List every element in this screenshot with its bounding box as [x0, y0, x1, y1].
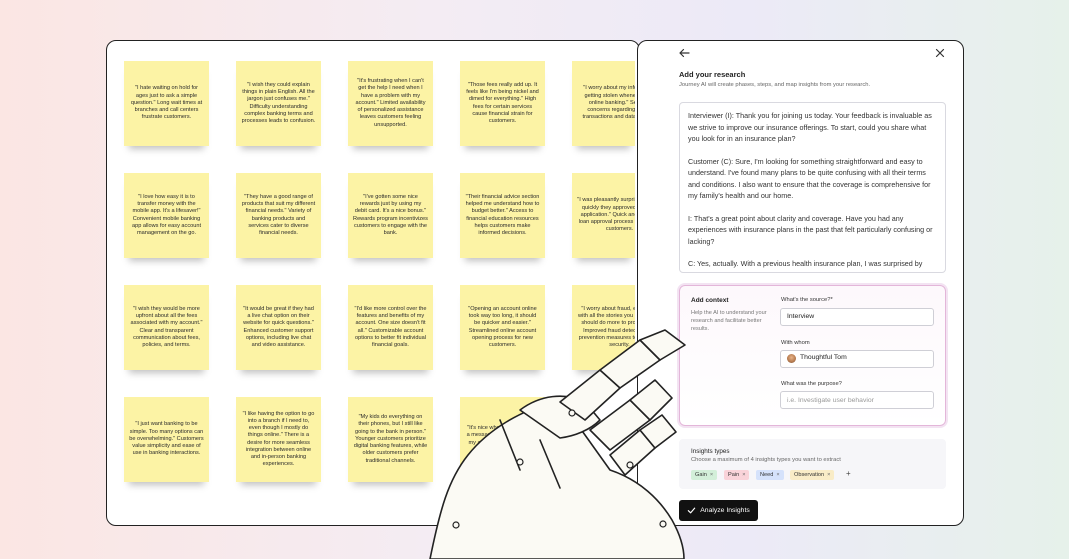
source-input[interactable]: Interview [780, 308, 934, 326]
analyze-insights-button[interactable]: Analyze Insights [679, 500, 758, 521]
sticky-note-text: "Those fees really add up. It feels like… [466, 81, 539, 124]
sticky-note[interactable]: "I was pleasantly surprised at how quick… [572, 173, 635, 258]
insights-title: Insights types [691, 448, 730, 455]
back-arrow-icon[interactable] [677, 46, 691, 60]
sticky-note[interactable]: "Their financial advice section helped m… [460, 173, 545, 258]
sticky-note-text: "I wish they would be more upfront about… [130, 305, 203, 348]
sticky-note-text: "I wish they could explain things in pla… [241, 81, 316, 124]
sticky-note-text: "I was pleasantly surprised at how quick… [577, 197, 635, 233]
source-label: What's the source?* [781, 297, 833, 303]
remove-chip-icon[interactable]: × [776, 472, 779, 478]
sticky-note-text: "It would be great if they had a live ch… [243, 305, 314, 348]
sticky-note[interactable]: "Opening an account online took way too … [460, 285, 545, 370]
with-whom-value: Thoughtful Tom [800, 354, 847, 361]
sticky-note-text: "I just want banking to be simple. Too m… [129, 421, 204, 457]
sticky-note-text: "I hate waiting on hold for ages just to… [130, 85, 203, 121]
chip-label: Observation [794, 472, 825, 478]
sticky-note-text: "I like having the option to go into a b… [242, 410, 315, 468]
sticky-note[interactable]: "I wish they could explain things in pla… [236, 61, 321, 146]
sticky-note[interactable]: "I like having the option to go into a b… [236, 397, 321, 482]
with-whom-label: With whom [781, 340, 810, 346]
sticky-note-text: "I'd like more control over the features… [354, 305, 427, 348]
transcript-paragraph: I: That's a great point about clarity an… [688, 213, 933, 246]
sticky-note-text: "It's nice when they send me a message a… [466, 425, 539, 453]
purpose-label: What was the purpose? [781, 381, 842, 387]
sticky-note-text: "Their financial advice section helped m… [465, 193, 540, 236]
sticky-note[interactable]: "I love how easy it is to transfer money… [124, 173, 209, 258]
chip-label: Need [760, 472, 774, 478]
add-chip-icon[interactable]: + [846, 469, 851, 478]
sticky-note[interactable]: "I just want banking to be simple. Too m… [124, 397, 209, 482]
sticky-note-text: "My kids do everything on their phones, … [353, 414, 428, 464]
check-icon [688, 507, 696, 514]
transcript-paragraph: Interviewer (I): Thank you for joining u… [688, 111, 932, 143]
sticky-note[interactable]: "I hate waiting on hold for ages just to… [124, 61, 209, 146]
sticky-note[interactable]: "Those fees really add up. It feels like… [460, 61, 545, 146]
avatar [787, 354, 796, 363]
context-title: Add context [691, 297, 729, 304]
chip-observation[interactable]: Observation × [790, 470, 835, 480]
chip-label: Gain [695, 472, 707, 478]
sticky-note[interactable]: "I wish they would be more upfront about… [124, 285, 209, 370]
panel-subtitle: Journey AI will create phases, steps, an… [679, 82, 871, 88]
sticky-note-text: "I worry about fraud, especially with al… [578, 305, 635, 348]
sticky-note-text: "Opening an account online took way too … [468, 305, 537, 348]
chip-need[interactable]: Need × [756, 470, 784, 480]
transcript-paragraph: C: Yes, actually. With a previous health… [688, 259, 936, 272]
chip-pain[interactable]: Pain × [724, 470, 750, 480]
transcript-textarea[interactable]: Interviewer (I): Thank you for joining u… [679, 102, 946, 273]
purpose-input[interactable] [780, 391, 934, 409]
sticky-note[interactable]: "My kids do everything on their phones, … [348, 397, 433, 482]
transcript-paragraph: Customer (C): Sure, I'm looking for some… [688, 156, 931, 201]
sticky-note[interactable]: "It would be great if they had a live ch… [236, 285, 321, 370]
sticky-note[interactable]: "I worry about fraud, especially with al… [572, 285, 635, 370]
sticky-note[interactable]: "I've gotten some nice rewards just by u… [348, 173, 433, 258]
insights-subtitle: Choose a maximum of 4 insights types you… [691, 457, 841, 463]
chip-label: Pain [728, 472, 740, 478]
sticky-note-text: "They have a good range of products that… [241, 193, 316, 236]
sticky-note-text: "It's frustrating when I can't get the h… [355, 78, 426, 128]
panel-title: Add your research [679, 70, 746, 79]
close-icon[interactable] [933, 46, 947, 60]
chip-gain[interactable]: Gain × [691, 470, 718, 480]
sticky-note[interactable]: "I worry about my information getting st… [572, 61, 635, 146]
sticky-note-text: "I worry about my information getting st… [582, 85, 635, 121]
insights-types-card [679, 439, 946, 489]
analyze-insights-label: Analyze Insights [700, 507, 750, 514]
context-description: Help the AI to understand your research … [691, 310, 767, 332]
remove-chip-icon[interactable]: × [742, 472, 745, 478]
sticky-note[interactable]: "They have a good range of products that… [236, 173, 321, 258]
remove-chip-icon[interactable]: × [710, 472, 713, 478]
sticky-note[interactable]: "I'd like more control over the features… [348, 285, 433, 370]
sticky-note-text: "I've gotten some nice rewards just by u… [353, 193, 428, 236]
sticky-note-text: "I love how easy it is to transfer money… [131, 193, 202, 236]
sticky-note[interactable]: "It's frustrating when I can't get the h… [348, 61, 433, 146]
remove-chip-icon[interactable]: × [827, 472, 830, 478]
sticky-note[interactable]: "It's nice when they send me a message a… [460, 397, 545, 482]
